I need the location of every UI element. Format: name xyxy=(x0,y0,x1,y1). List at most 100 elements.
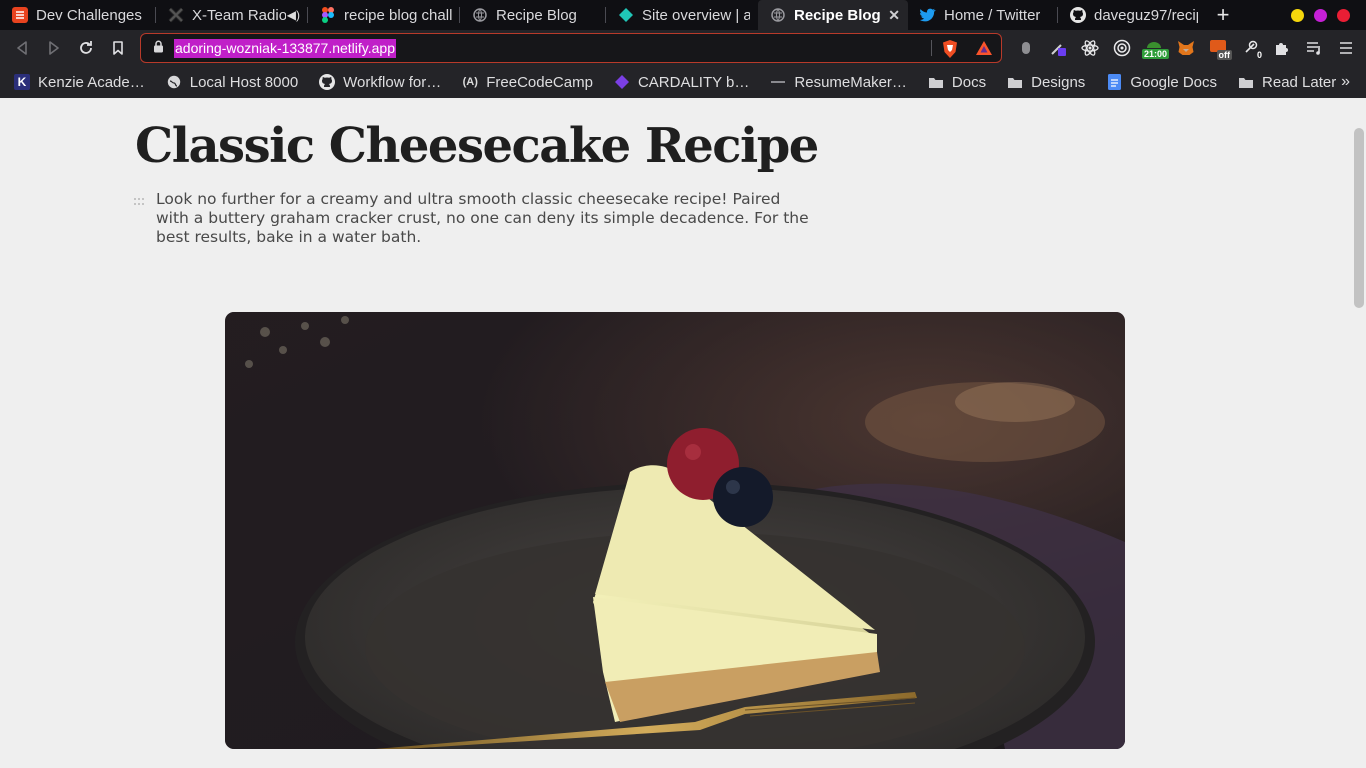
page-title: Classic Cheesecake Recipe xyxy=(135,118,819,174)
extensions-row: 21:00 off 0 xyxy=(1010,30,1362,66)
tab-label: daveguz97/recip xyxy=(1094,6,1198,24)
new-tab-button[interactable]: + xyxy=(1206,0,1240,30)
minimize-button[interactable] xyxy=(1291,8,1304,22)
tab-dev-challenges[interactable]: Dev Challenges xyxy=(0,0,156,30)
forward-icon xyxy=(49,41,59,55)
react-devtools-icon[interactable] xyxy=(1074,34,1106,62)
tab-label: Site overview | ad xyxy=(642,6,750,24)
tab-label: recipe blog chall xyxy=(344,6,452,24)
link-badge: 0 xyxy=(1254,50,1264,60)
bookmark-page-button[interactable] xyxy=(102,34,134,62)
bookmark-label: CARDALITY b… xyxy=(637,73,750,91)
page-viewport: Classic Cheesecake Recipe Look no furthe… xyxy=(0,98,1352,768)
tab-twitter[interactable]: Home / Twitter xyxy=(908,0,1058,30)
tab-label: Dev Challenges xyxy=(36,6,142,24)
bookmark-localhost[interactable]: Local Host 8000 xyxy=(166,74,298,91)
speaker-icon[interactable]: ◀) xyxy=(287,8,300,22)
globe-icon xyxy=(770,7,786,23)
folder-icon xyxy=(928,74,944,90)
bookmark-icon xyxy=(113,41,123,55)
folder-icon xyxy=(1007,74,1023,90)
forward-button[interactable] xyxy=(38,34,70,62)
maximize-button[interactable] xyxy=(1314,8,1327,22)
bookmark-workflow[interactable]: Workflow for… xyxy=(319,74,441,91)
tab-netlify[interactable]: Site overview | ad xyxy=(606,0,758,30)
folder-icon xyxy=(1238,74,1254,90)
resumemaker-icon xyxy=(770,74,786,90)
drag-handle-icon[interactable] xyxy=(134,198,148,208)
tab-label: Recipe Blog xyxy=(794,6,881,24)
kenzie-icon: K xyxy=(14,74,30,90)
github-icon xyxy=(319,74,336,90)
bookmark-resumemaker[interactable]: ResumeMaker… xyxy=(770,74,907,91)
back-button[interactable] xyxy=(6,34,38,62)
tab-label: X-Team Radio xyxy=(192,6,286,24)
mouse-extension-icon[interactable] xyxy=(1010,34,1042,62)
bookmark-kenzie[interactable]: K Kenzie Acade… xyxy=(14,74,145,91)
tab-github[interactable]: daveguz97/recip xyxy=(1058,0,1206,30)
page-scrollbar[interactable] xyxy=(1352,98,1366,768)
more-bookmarks-button[interactable]: » xyxy=(1341,73,1350,91)
tab-label: Recipe Blog xyxy=(496,6,577,24)
tab-figma[interactable]: recipe blog chall xyxy=(308,0,460,30)
google-docs-icon xyxy=(1106,74,1122,90)
reload-button[interactable] xyxy=(70,34,102,62)
bookmark-label: FreeCodeCamp xyxy=(486,73,593,91)
tab-recipe-blog[interactable]: Recipe Blog xyxy=(460,0,606,30)
netlify-icon xyxy=(618,7,634,23)
puzzle-extensions-icon[interactable] xyxy=(1266,34,1298,62)
intro-paragraph: Look no further for a creamy and ultra s… xyxy=(156,190,809,246)
tab-xteam-radio[interactable]: X-Team Radio ◀) xyxy=(156,0,308,30)
scrollbar-thumb[interactable] xyxy=(1354,128,1364,308)
metamask-icon[interactable] xyxy=(1170,34,1202,62)
bookmark-freecodecamp[interactable]: (A) FreeCodeCamp xyxy=(462,74,593,91)
link-extension-icon[interactable]: 0 xyxy=(1234,34,1266,62)
back-icon xyxy=(17,41,27,55)
bookmark-label: Docs xyxy=(951,73,987,91)
brave-shields-icon[interactable] xyxy=(941,39,959,64)
toggle-badge: off xyxy=(1216,50,1232,60)
close-window-button[interactable] xyxy=(1337,8,1350,22)
cardality-icon xyxy=(614,74,630,90)
xteam-icon xyxy=(168,7,184,23)
bookmark-folder-docs[interactable]: Docs xyxy=(928,74,986,91)
bookmark-label: Local Host 8000 xyxy=(189,73,299,91)
bookmarks-bar: K Kenzie Acade… Local Host 8000 Workflow… xyxy=(0,66,1366,98)
target-extension-icon[interactable] xyxy=(1106,34,1138,62)
bookmark-folder-designs[interactable]: Designs xyxy=(1007,74,1085,91)
tab-recipe-blog-active[interactable]: Recipe Blog ✕ xyxy=(758,0,908,30)
bookmark-label: Kenzie Acade… xyxy=(38,73,145,91)
hamburger-menu-icon[interactable] xyxy=(1330,34,1362,62)
timer-badge: 21:00 xyxy=(1141,49,1169,59)
github-icon xyxy=(1070,7,1086,23)
bookmark-label: Designs xyxy=(1031,73,1086,91)
bookmark-label: Read Later xyxy=(1262,73,1337,91)
bookmark-folder-read-later[interactable]: Read Later xyxy=(1238,74,1336,91)
twitter-icon xyxy=(920,7,936,23)
tab-strip: Dev Challenges X-Team Radio ◀) recipe bl… xyxy=(0,0,1366,30)
window-controls xyxy=(1291,0,1366,30)
brave-rewards-icon[interactable] xyxy=(975,39,993,62)
globe-icon xyxy=(472,7,488,23)
lock-icon[interactable] xyxy=(153,40,167,56)
address-bar[interactable]: adoring-wozniak-133877.netlify.app xyxy=(140,33,1002,63)
bookmark-label: Workflow for… xyxy=(343,73,442,91)
freecodecamp-icon: (A) xyxy=(462,76,478,88)
close-tab-icon[interactable]: ✕ xyxy=(880,7,900,24)
figma-icon xyxy=(320,7,336,23)
tab-label: Home / Twitter xyxy=(944,6,1041,24)
bookmark-label: Google Docs xyxy=(1130,73,1218,91)
devchallenges-icon xyxy=(12,7,28,23)
bookmark-google-docs[interactable]: Google Docs xyxy=(1106,74,1217,91)
url-text[interactable]: adoring-wozniak-133877.netlify.app xyxy=(174,38,396,58)
toggle-extension-icon[interactable]: off xyxy=(1202,34,1234,62)
cheesecake-hero-image xyxy=(225,312,1125,749)
toolbar: adoring-wozniak-133877.netlify.app 21:00 xyxy=(0,30,1366,66)
bookmark-cardality[interactable]: CARDALITY b… xyxy=(614,74,749,91)
playlist-icon[interactable] xyxy=(1298,34,1330,62)
colorpicker-extension-icon[interactable] xyxy=(1042,34,1074,62)
bookmark-label: ResumeMaker… xyxy=(794,73,907,91)
timer-extension-icon[interactable]: 21:00 xyxy=(1138,34,1170,62)
reload-icon xyxy=(80,41,92,54)
globe-icon xyxy=(166,74,182,90)
